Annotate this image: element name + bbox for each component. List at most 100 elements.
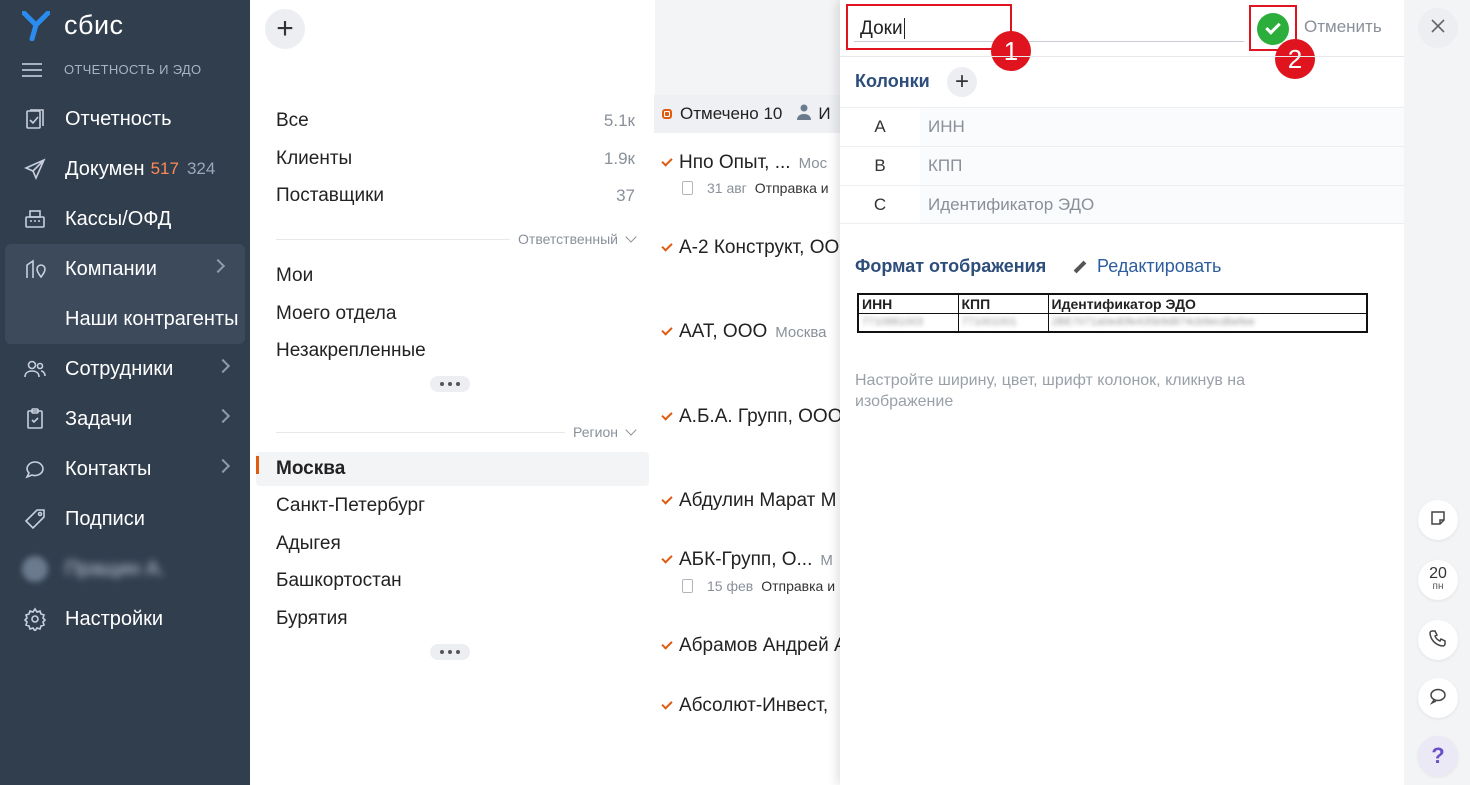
sidebar-item-cash[interactable]: Кассы/ОФД: [0, 194, 250, 244]
checkmark-icon[interactable]: [661, 324, 673, 336]
checkmark-icon[interactable]: [661, 552, 673, 564]
filter-region-bashkortostan[interactable]: Башкортостан: [276, 564, 635, 598]
filter-label: Поставщики: [276, 185, 385, 206]
filter-region-buryatia[interactable]: Бурятия: [276, 602, 635, 636]
add-button[interactable]: +: [265, 9, 305, 49]
right-rail: 20 пн ?: [1404, 0, 1470, 785]
calendar-day: 20: [1429, 565, 1447, 582]
list-item[interactable]: Абсолют-Инвест,: [661, 695, 829, 717]
company-icon: [22, 256, 48, 282]
filter-count: 1.9к: [603, 149, 635, 168]
checkmark-icon[interactable]: [661, 240, 673, 252]
list-header[interactable]: Отмечено 10 И: [654, 95, 854, 133]
item-name: А.Б.А. Групп, ООО: [679, 406, 843, 427]
filter-suppliers[interactable]: Поставщики 37: [276, 179, 635, 213]
pencil-icon: [1073, 260, 1087, 273]
filter-region-adygea[interactable]: Адыгея: [276, 527, 635, 561]
chevron-down-icon: [625, 231, 637, 243]
filter-count: 5.1к: [603, 111, 635, 130]
item-name: АБК-Групп, О...: [679, 549, 813, 570]
filter-my-department[interactable]: Моего отдела: [276, 297, 635, 331]
calendar-weekday: пн: [1432, 581, 1444, 592]
sidebar-item-contacts[interactable]: Контакты: [0, 444, 250, 494]
responsible-header[interactable]: Ответственный: [510, 231, 637, 247]
list-item[interactable]: Абдулин Марат М: [661, 490, 836, 512]
filter-clients[interactable]: Клиенты 1.9к: [276, 142, 635, 176]
list-item[interactable]: Абрамов Андрей А: [661, 635, 847, 657]
section-title[interactable]: ОТЧЕТНОСТЬ И ЭДО: [22, 62, 201, 77]
export-template-panel: Доки 1 2 Отменить Колонки + A ИНН B КПП …: [840, 0, 1404, 785]
list-item[interactable]: А.Б.А. Групп, ООО: [661, 406, 843, 428]
list-item[interactable]: А-2 Конструкт, ОО: [661, 237, 839, 259]
filter-region-moscow[interactable]: Москва: [276, 452, 635, 486]
help-button[interactable]: ?: [1418, 736, 1458, 776]
close-button[interactable]: [1418, 8, 1458, 48]
column-row[interactable]: A ИНН: [840, 107, 1404, 146]
filter-label: Моего отдела: [276, 303, 397, 324]
annotation-box-1: [846, 4, 1012, 50]
checkmark-icon[interactable]: [661, 638, 673, 650]
person-icon[interactable]: [796, 103, 814, 126]
sidebar-item-label: Настройки: [65, 607, 164, 630]
list-item[interactable]: Нпо Опыт, ... Мос: [661, 152, 827, 174]
filter-label: Бурятия: [276, 608, 348, 629]
item-name: ААТ, ООО: [679, 321, 768, 342]
cancel-button[interactable]: Отменить: [1304, 17, 1382, 37]
sidebar-item-documents[interactable]: Докумен 517 324: [0, 144, 250, 194]
add-column-button[interactable]: +: [947, 67, 977, 97]
item-name: Абсолют-Инвест,: [679, 695, 829, 716]
column-row[interactable]: C Идентификатор ЭДО: [840, 185, 1404, 224]
format-hint: Настройте ширину, цвет, шрифт колонок, к…: [855, 372, 1246, 410]
item-subline: 15 фев Отправка и: [682, 578, 835, 594]
phone-button[interactable]: [1418, 620, 1458, 660]
gear-icon: [22, 606, 48, 632]
preview-value-row: 7710881003 771001001 2BE7071a0ed0fe435b9…: [857, 312, 1368, 333]
logo[interactable]: сбис: [21, 10, 124, 41]
more-responsible-button[interactable]: [430, 376, 470, 392]
more-regions-button[interactable]: [430, 644, 470, 660]
item-status: Отправка и: [761, 578, 836, 594]
menu-icon[interactable]: [22, 62, 42, 77]
chevron-down-icon: [625, 424, 637, 436]
chevron-right-icon: [215, 458, 231, 474]
sidebar-item-tasks[interactable]: Задачи: [0, 394, 250, 444]
filter-unassigned[interactable]: Незакрепленные: [276, 334, 635, 368]
filter-all[interactable]: Все 5.1к: [276, 104, 635, 138]
sbis-logo-icon: [21, 10, 51, 41]
checkmark-icon[interactable]: [661, 493, 673, 505]
sidebar-item-user[interactable]: Пращин А.: [0, 544, 250, 594]
plus-icon: +: [276, 12, 294, 45]
region-header[interactable]: Регион: [565, 424, 637, 440]
checkmark-icon[interactable]: [661, 698, 673, 710]
edit-format-button[interactable]: Редактировать: [1073, 256, 1221, 277]
column-row[interactable]: B КПП: [840, 146, 1404, 185]
list-item[interactable]: ААТ, ООО Москва: [661, 321, 826, 343]
sidebar-item-label: Задачи: [65, 407, 133, 430]
sidebar-item-our-contractors[interactable]: Наши контрагенты: [5, 294, 245, 344]
item-date: 31 авг: [707, 180, 747, 196]
messages-button[interactable]: [1418, 678, 1458, 718]
calendar-button[interactable]: 20 пн: [1418, 560, 1458, 600]
item-city: М: [820, 551, 833, 569]
plus-icon: +: [954, 68, 969, 95]
sidebar-item-label: Отчетность: [65, 107, 172, 130]
sidebar-item-companies[interactable]: Компании: [5, 244, 245, 294]
sidebar-item-signatures[interactable]: Подписи: [0, 494, 250, 544]
notes-button[interactable]: [1418, 500, 1458, 540]
filter-label: Санкт-Петербург: [276, 495, 426, 516]
chat-icon: [22, 456, 48, 482]
format-preview-table[interactable]: ИНН КПП Идентификатор ЭДО 7710881003 771…: [857, 293, 1368, 333]
sidebar-item-reporting[interactable]: Отчетность: [0, 94, 250, 144]
annotation-number-1: 1: [991, 31, 1031, 71]
filter-region-spb[interactable]: Санкт-Петербург: [276, 489, 635, 523]
sidebar-item-settings[interactable]: Настройки: [0, 594, 250, 644]
item-status: Отправка и: [754, 180, 829, 196]
checkmark-icon[interactable]: [661, 409, 673, 421]
sidebar-item-employees[interactable]: Сотрудники: [0, 344, 250, 394]
clipboard-icon: [22, 406, 48, 432]
list-item[interactable]: АБК-Групп, О... М: [661, 549, 833, 571]
filter-mine[interactable]: Мои: [276, 259, 635, 293]
checkmark-icon[interactable]: [661, 155, 673, 167]
format-title: Формат отображения: [855, 256, 1047, 276]
chevron-right-icon: [215, 358, 231, 374]
